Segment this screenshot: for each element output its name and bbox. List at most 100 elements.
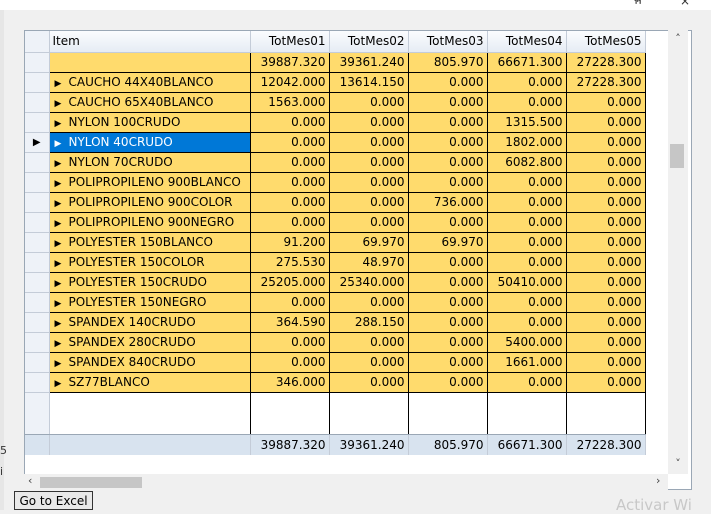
value-cell[interactable]: 0.000 [408,252,488,273]
column-header-totmes05[interactable]: TotMes05 [566,31,646,53]
value-cell[interactable]: 0.000 [566,212,646,233]
item-cell[interactable]: ▶ POLYESTER 150NEGRO [49,292,251,313]
row-indicator[interactable] [25,72,50,93]
expand-arrow-icon[interactable]: ▶ [55,139,69,149]
value-cell[interactable]: 48.970 [329,252,409,273]
value-cell[interactable]: 0.000 [487,372,567,393]
row-indicator[interactable] [25,192,50,213]
value-cell[interactable]: 0.000 [329,212,409,233]
value-cell[interactable]: 0.000 [408,92,488,113]
vertical-scroll-thumb[interactable] [670,144,684,168]
expand-arrow-icon[interactable]: ▶ [55,359,69,369]
row-indicator[interactable] [25,332,50,353]
value-cell[interactable]: 0.000 [408,172,488,193]
table-row[interactable]: ▶ SZ77BLANCO 346.000 0.000 0.000 0.000 0.000 [25,372,646,393]
value-cell[interactable]: 0.000 [329,92,409,113]
value-cell[interactable]: 0.000 [566,152,646,173]
expand-arrow-icon[interactable]: ▶ [55,219,69,229]
table-row[interactable]: ▶ POLYESTER 150NEGRO 0.000 0.000 0.000 0.000 0… [25,292,646,313]
value-cell[interactable]: 0.000 [566,92,646,113]
value-cell[interactable]: 0.000 [329,112,409,133]
value-cell[interactable]: 0.000 [408,312,488,333]
value-cell[interactable]: 0.000 [250,192,330,213]
go-to-excel-button[interactable]: Go to Excel [14,491,93,510]
column-header-totmes01[interactable]: TotMes01 [250,31,330,53]
value-cell[interactable]: 0.000 [250,132,330,153]
item-cell[interactable]: ▶ NYLON 70CRUDO [49,152,251,173]
value-cell[interactable]: 25340.000 [329,272,409,293]
table-row[interactable]: ▶ CAUCHO 65X40BLANCO 1563.000 0.000 0.000 0.0… [25,92,646,113]
current-row-indicator-icon[interactable]: ▶ [25,132,50,153]
table-row[interactable]: ▶ POLIPROPILENO 900BLANCO 0.000 0.000 0.000 0… [25,172,646,193]
table-row[interactable]: ▶ SPANDEX 280CRUDO 0.000 0.000 0.000 5400.000… [25,332,646,353]
value-cell[interactable]: 0.000 [408,332,488,353]
value-cell[interactable]: 0.000 [250,292,330,313]
column-header-totmes02[interactable]: TotMes02 [329,31,409,53]
value-cell[interactable]: 0.000 [329,372,409,393]
item-cell[interactable]: ▶ NYLON 40CRUDO [49,132,251,153]
table-row[interactable]: ▶ CAUCHO 44X40BLANCO 12042.000 13614.150 0.0… [25,72,646,93]
value-cell[interactable]: 0.000 [566,312,646,333]
expand-arrow-icon[interactable]: ▶ [55,259,69,269]
value-cell[interactable]: 91.200 [250,232,330,253]
value-cell[interactable]: 0.000 [329,172,409,193]
item-cell[interactable]: ▶ NYLON 100CRUDO [49,112,251,133]
value-cell[interactable]: 50410.000 [487,272,567,293]
table-row[interactable]: ▶ POLYESTER 150CRUDO 25205.000 25340.000 0.0… [25,272,646,293]
value-cell[interactable]: 0.000 [408,372,488,393]
value-cell[interactable]: 6082.800 [487,152,567,173]
column-header-totmes04[interactable]: TotMes04 [487,31,567,53]
row-indicator[interactable] [25,272,50,293]
value-cell[interactable]: 0.000 [250,112,330,133]
close-icon[interactable]: × [680,0,690,8]
empty-new-row[interactable] [25,392,646,435]
item-cell[interactable]: ▶ SPANDEX 140CRUDO [49,312,251,333]
column-header-item[interactable]: Item [49,31,251,53]
data-grid[interactable]: Item TotMes01 TotMes02 TotMes03 TotMes04… [24,30,692,490]
value-cell[interactable]: 0.000 [329,332,409,353]
expand-arrow-icon[interactable]: ▶ [55,239,69,249]
expand-arrow-icon[interactable]: ▶ [55,159,69,169]
value-cell[interactable]: 0.000 [408,272,488,293]
expand-arrow-icon[interactable]: ▶ [55,179,69,189]
value-cell[interactable]: 5400.000 [487,332,567,353]
value-cell[interactable]: 0.000 [250,152,330,173]
value-cell[interactable]: 69.970 [408,232,488,253]
value-cell[interactable]: 0.000 [566,112,646,133]
row-indicator[interactable] [25,112,50,133]
value-cell[interactable]: 0.000 [566,292,646,313]
value-cell[interactable]: 0.000 [487,192,567,213]
value-cell[interactable]: 736.000 [408,192,488,213]
value-cell[interactable]: 0.000 [250,212,330,233]
table-row[interactable]: ▶ NYLON 100CRUDO 0.000 0.000 0.000 1315.500 0.… [25,112,646,133]
value-cell[interactable]: 0.000 [487,72,567,93]
value-cell[interactable]: 0.000 [250,352,330,373]
vertical-scrollbar[interactable]: ˄ ˅ [668,30,688,474]
item-cell[interactable]: ▶ CAUCHO 44X40BLANCO [49,72,251,93]
value-cell[interactable]: 0.000 [566,172,646,193]
value-cell[interactable]: 27228.300 [566,72,646,93]
expand-arrow-icon[interactable]: ▶ [55,199,69,209]
value-cell[interactable]: 0.000 [329,352,409,373]
expand-arrow-icon[interactable]: ▶ [55,299,69,309]
value-cell[interactable]: 0.000 [329,192,409,213]
row-indicator[interactable] [25,212,50,233]
value-cell[interactable]: 346.000 [250,372,330,393]
scroll-down-icon[interactable]: ˅ [668,457,688,470]
row-indicator[interactable] [25,252,50,273]
value-cell[interactable]: 0.000 [408,352,488,373]
value-cell[interactable]: 0.000 [329,152,409,173]
row-indicator[interactable] [25,92,50,113]
value-cell[interactable]: 364.590 [250,312,330,333]
value-cell[interactable]: 69.970 [329,232,409,253]
item-cell[interactable]: ▶ SPANDEX 280CRUDO [49,332,251,353]
item-cell[interactable]: ▶ POLIPROPILENO 900BLANCO [49,172,251,193]
table-row[interactable]: ▶ POLYESTER 150COLOR 275.530 48.970 0.000 0.0… [25,252,646,273]
table-row[interactable]: ▶ SPANDEX 140CRUDO 364.590 288.150 0.000 0.00… [25,312,646,333]
expand-arrow-icon[interactable]: ▶ [55,339,69,349]
item-cell[interactable]: ▶ SZ77BLANCO [49,372,251,393]
item-cell[interactable]: ▶ CAUCHO 65X40BLANCO [49,92,251,113]
value-cell[interactable]: 0.000 [487,232,567,253]
table-row[interactable]: ▶ POLYESTER 150BLANCO 91.200 69.970 69.970 0.… [25,232,646,253]
value-cell[interactable]: 0.000 [566,352,646,373]
